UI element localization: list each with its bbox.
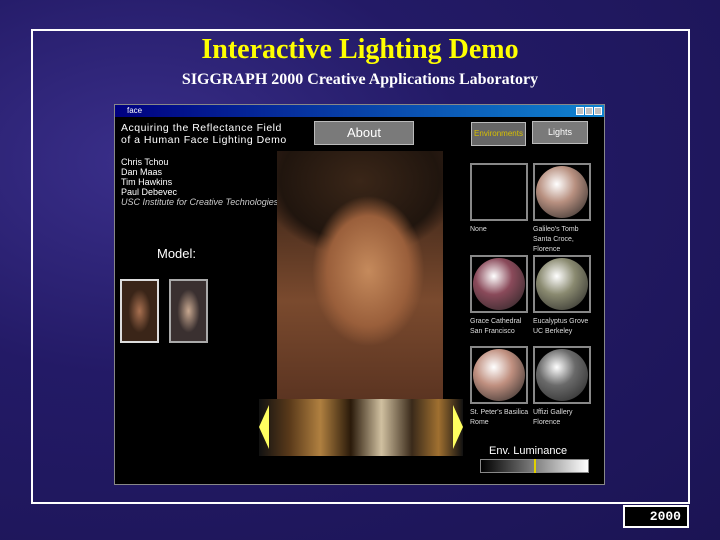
environment-label-line: St. Peter's Basilica	[470, 409, 529, 416]
about-button[interactable]: About	[314, 121, 414, 145]
environment-option[interactable]	[470, 163, 528, 221]
environment-option[interactable]	[533, 255, 591, 313]
model-thumbnail-male[interactable]	[169, 279, 208, 343]
institution: USC Institute for Creative Technologies	[121, 197, 279, 207]
environment-label-line: Rome	[470, 419, 489, 426]
slide-title: Interactive Lighting Demo	[201, 34, 519, 65]
model-thumbnail-female[interactable]	[120, 279, 159, 343]
light-probe-sphere	[473, 258, 525, 310]
environment-label-line: Santa Croce, Florence	[533, 236, 574, 253]
environment-option[interactable]	[470, 346, 528, 404]
environment-label-line: Uffizi Gallery	[533, 409, 573, 416]
environment-option[interactable]	[533, 163, 591, 221]
close-button[interactable]	[594, 107, 602, 115]
app-window: face Acquiring the Reflectance Field of …	[114, 104, 605, 485]
slide-subtitle: SIGGRAPH 2000 Creative Applications Labo…	[181, 71, 539, 88]
authors: Chris Tchou Dan Maas Tim Hawkins Paul De…	[121, 157, 278, 207]
author: Paul Debevec	[121, 187, 178, 197]
light-probe-sphere	[473, 349, 525, 401]
environment-label-line: Galileo's Tomb	[533, 226, 579, 233]
environment-label-line: UC Berkeley	[533, 328, 573, 335]
rotate-right-arrow-icon[interactable]	[453, 405, 463, 449]
app-title-line: of a Human Face Lighting Demo	[121, 134, 287, 146]
environment-label: St. Peter's Basilica Rome	[470, 408, 540, 428]
maximize-button[interactable]	[585, 107, 593, 115]
model-label: Model:	[157, 246, 197, 261]
environment-label: Galileo's Tomb Santa Croce, Florence	[533, 225, 603, 255]
author: Tim Hawkins	[121, 177, 173, 187]
app-title: Acquiring the Reflectance Field of a Hum…	[121, 122, 287, 146]
environment-option[interactable]	[470, 255, 528, 313]
environment-panorama[interactable]	[259, 399, 463, 456]
light-probe-sphere	[473, 166, 525, 218]
environment-label: Uffizi Gallery Florence	[533, 408, 603, 428]
environment-label-line: San Francisco	[470, 328, 515, 335]
environment-label-line: Grace Cathedral	[470, 318, 522, 325]
light-probe-sphere	[536, 166, 588, 218]
environment-label: Grace Cathedral San Francisco	[470, 317, 540, 337]
tab-lights[interactable]: Lights	[532, 121, 588, 144]
siggraph-2000-logo: 2000	[623, 505, 689, 528]
tab-environments[interactable]: Environments	[471, 122, 526, 146]
environment-label: None	[470, 225, 540, 235]
luminance-slider[interactable]	[480, 459, 589, 473]
light-probe-sphere	[536, 258, 588, 310]
environment-label-line: None	[470, 226, 487, 233]
environment-label-line: Florence	[533, 419, 561, 426]
app-title-line: Acquiring the Reflectance Field	[121, 122, 282, 134]
environment-option[interactable]	[533, 346, 591, 404]
light-probe-sphere	[536, 349, 588, 401]
window-titlebar[interactable]: face	[115, 105, 604, 117]
rotate-left-arrow-icon[interactable]	[259, 405, 269, 449]
environment-label: Eucalyptus Grove UC Berkeley	[533, 317, 603, 337]
luminance-slider-handle[interactable]	[533, 459, 536, 473]
minimize-button[interactable]	[576, 107, 584, 115]
environment-label-line: Eucalyptus Grove	[533, 318, 589, 325]
face-render[interactable]	[277, 151, 443, 401]
author: Chris Tchou	[121, 157, 169, 167]
author: Dan Maas	[121, 167, 163, 177]
luminance-label: Env. Luminance	[489, 445, 568, 457]
